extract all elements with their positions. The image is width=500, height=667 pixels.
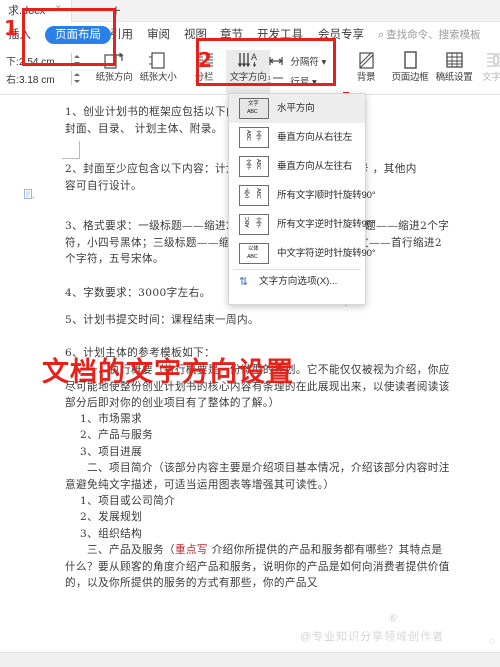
watermark-text: @专业知识分享领域创作者 — [300, 631, 445, 643]
text-direction-menu[interactable]: 文字 ABC 水平方向 文字 ABC 垂直方向从右往左 文字 ABC 垂直方向从… — [228, 93, 376, 305]
thumb-bottom-text: ABC — [245, 130, 251, 141]
doc-emphasis-text: 重点写 — [174, 544, 208, 556]
thumb-top-text: 文字 — [245, 188, 251, 199]
thumb-bottom-text: 文字 — [255, 217, 261, 228]
search-placeholder: 查找命令、搜索模板 — [386, 29, 481, 41]
doc-paragraph-13: 2、发展规划 — [80, 511, 143, 523]
doc-paragraph-11: 二、项目简介（该部分内容主要是介绍项目基本情况，介绍该部分内容时注 意避免纯文字… — [65, 462, 450, 491]
thumb-top-text: 文字 — [248, 101, 259, 107]
doc-paragraph-15: 三、产品及服务（重点写 介绍你所提供的产品和服务都有哪些？其特点是 什么？要从顾… — [65, 542, 483, 592]
menu-item-rotate-ccw-90-label: 所有文字逆时针旋转90° — [277, 219, 376, 230]
doc-paragraph-9: 2、产品与服务 — [80, 429, 154, 441]
menu-item-vertical-rtl-label: 垂直方向从右往左 — [277, 132, 353, 143]
thumb-horizontal-icon: 文字 ABC — [239, 98, 269, 119]
text-wrap-icon — [474, 50, 500, 72]
thumb-vertical-rtl-icon: 文字 ABC — [239, 127, 269, 148]
menu-item-cn-rotate-ccw-90-label: 中文字符逆时针旋转90° — [277, 248, 376, 259]
menu-item-horizontal[interactable]: 文字 ABC 水平方向 — [229, 94, 365, 123]
doc-paragraph-10: 3、项目进展 — [80, 446, 143, 458]
thumb-bottom-text: ABC — [255, 159, 261, 170]
text-direction-options-icon: ⇅ — [239, 276, 249, 288]
paper-orientation-label: 纸张方向 — [95, 72, 133, 83]
margin-right-value: 3.18 cm — [19, 75, 55, 86]
paper-size-button[interactable]: 纸张大小 — [136, 50, 180, 93]
text-wrap-label: 文字环 — [482, 72, 500, 83]
menu-item-vertical-ltr[interactable]: 文字 ABC 垂直方向从左往右 — [229, 152, 365, 181]
menu-item-rotate-cw-90-label: 所有文字顺时针旋转90° — [277, 190, 376, 201]
thumb-rotate-cw-icon: 文字 ABC — [239, 185, 269, 206]
thumb-vertical-ltr-icon: 文字 ABC — [239, 156, 269, 177]
wps-word-window: 求.docx × + 插入 页面布局 引用 审阅 视图 章节 开发工具 会员专享… — [0, 0, 500, 667]
menu-item-text-direction-options[interactable]: ⇅ 文字方向选项(X)... — [229, 270, 365, 294]
menu-item-rotate-cw-90[interactable]: 文字 ABC 所有文字顺时针旋转90° — [229, 181, 376, 210]
search-input[interactable]: ⌕ 查找命令、搜索模板 — [378, 27, 481, 43]
menu-item-rotate-ccw-90[interactable]: ABC 文字 所有文字逆时针旋转90° — [229, 210, 376, 239]
background-icon — [344, 50, 388, 72]
thumb-top-text: 以体 — [248, 246, 259, 252]
thumb-bottom-text: ABC — [247, 254, 258, 260]
annotation-box-step2 — [196, 38, 336, 86]
menu-item-vertical-ltr-label: 垂直方向从左往右 — [277, 161, 353, 172]
doc-paragraph-14: 3、组织结构 — [80, 528, 143, 540]
margin-right-field[interactable]: 右:3.18 cm — [6, 69, 80, 87]
doc-paragraph-8: 1、市场需求 — [80, 413, 143, 425]
thumb-top-text: 文字 — [245, 159, 251, 170]
margin-right-label: 右: — [6, 75, 19, 86]
annotation-number-1: 1 — [4, 16, 18, 40]
watermark-badge: ⑥ — [388, 613, 398, 625]
menu-item-cn-rotate-ccw-90[interactable]: 以体 ABC 中文字符逆时针旋转90° — [229, 239, 376, 268]
doc-paragraph-15-prefix: 三、产品及服务（ — [65, 544, 175, 556]
menu-item-vertical-rtl[interactable]: 文字 ABC 垂直方向从右往左 — [229, 123, 365, 152]
thumb-rotate-ccw-icon: ABC 文字 — [239, 214, 269, 235]
paper-size-label: 纸张大小 — [139, 72, 177, 83]
page-border-label: 页面边框 — [391, 72, 429, 83]
background-button[interactable]: 背景 — [344, 50, 388, 93]
manuscript-setup-button[interactable]: 稿纸设置 — [432, 50, 476, 93]
doc-paragraph-5: 5、计划书提交时间：课程结束一周内。 — [65, 314, 260, 326]
manuscript-setup-icon — [432, 50, 476, 72]
page-border-icon — [388, 50, 432, 72]
thumb-top-text: ABC — [245, 217, 251, 228]
annotation-caption: 文档的文字方向设置 — [42, 357, 294, 388]
paper-size-icon — [136, 50, 180, 72]
thumb-bottom-text: ABC — [255, 188, 261, 199]
text-wrap-button[interactable]: 文字环 — [474, 50, 500, 93]
doc-paragraph-12: 1、项目或公司简介 — [80, 495, 176, 507]
background-label: 背景 — [356, 72, 376, 83]
menu-item-text-direction-options-label: 文字方向选项(X)... — [259, 276, 338, 287]
margin-corner-marker — [62, 141, 80, 159]
annotation-box-step1 — [22, 8, 116, 66]
annotation-number-2: 2 — [198, 48, 212, 72]
menu-item-horizontal-label: 水平方向 — [277, 103, 315, 114]
manuscript-setup-label: 稿纸设置 — [435, 72, 473, 83]
page-border-button[interactable]: 页面边框 — [388, 50, 432, 93]
search-icon: ⌕ — [378, 29, 385, 41]
margin-right-stepper[interactable] — [71, 71, 80, 85]
thumb-cn-rotate-ccw-icon: 以体 ABC — [239, 243, 269, 264]
thumb-top-text: 文字 — [255, 130, 261, 141]
tab-review[interactable]: 审阅 — [147, 26, 170, 44]
paste-options-icon[interactable] — [24, 189, 35, 204]
thumb-bottom-text: ABC — [247, 109, 258, 115]
scroll-indicator-icon[interactable]: ◌ — [486, 636, 498, 648]
status-bar — [0, 652, 500, 667]
